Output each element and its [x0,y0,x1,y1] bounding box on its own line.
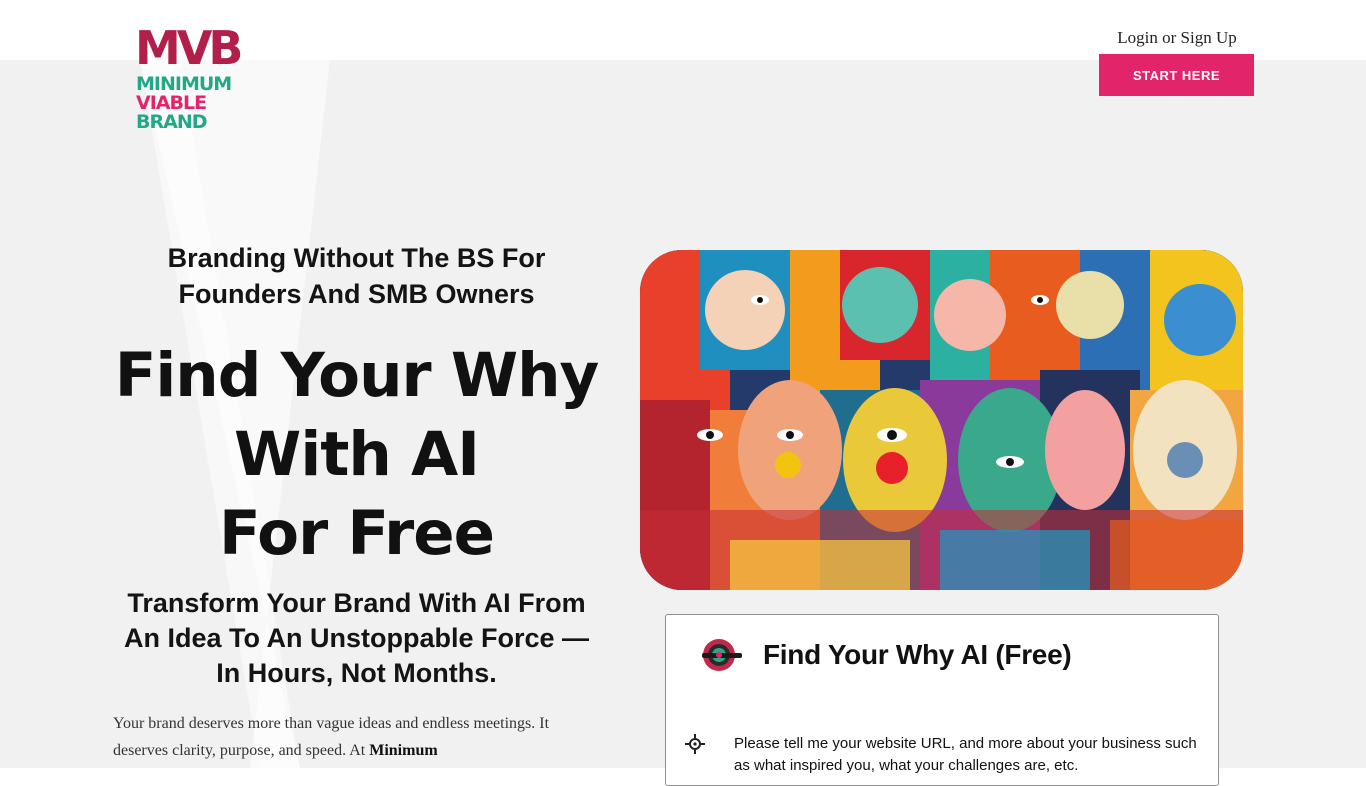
hero-paragraph-bold: Minimum [369,742,438,759]
chat-card-title: Find Your Why AI (Free) [763,639,1072,670]
hero-headline-line3: For Free [218,498,495,569]
brand-logo[interactable]: MVB MINIMUM VIABLE BRAND [135,21,243,132]
logo-brand-text: BRAND [136,111,207,133]
logo-viable-text: VIABLE [136,92,207,114]
logo-minimum-text: MINIMUM [136,73,232,95]
sparkle-icon [684,733,706,755]
hero-paragraph-text: Your brand deserves more than vague idea… [113,715,550,759]
hero-artwork-image [640,250,1243,590]
hero-headline-line1: Find Your Why [114,340,600,411]
login-signup-link[interactable]: Login or Sign Up [1100,28,1254,48]
target-logo-icon [700,637,742,673]
hero-headline-line2: With AI [234,419,480,490]
logo-mvb-text: MVB [135,21,243,75]
hero-headline: Find Your Why With AI For Free [113,336,600,573]
hero-paragraph: Your brand deserves more than vague idea… [113,710,593,764]
start-here-button[interactable]: START HERE [1099,54,1254,96]
find-your-why-chat-card[interactable]: Find Your Why AI (Free) Please tell me y… [665,614,1219,786]
hero-tagline: Transform Your Brand With AI From An Ide… [123,588,590,688]
chat-prompt-message: Please tell me your website URL, and mor… [734,735,1197,774]
hero-subheadline: Branding Without The BS For Founders And… [167,243,546,309]
